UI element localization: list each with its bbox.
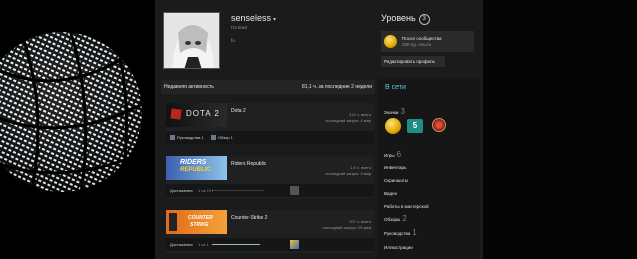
achievements-progress	[212, 190, 264, 191]
game-capsule[interactable]: RIDERS REPUBLIC	[166, 156, 227, 180]
review-icon	[211, 135, 216, 140]
game-last-played: последний запуск: 3 мар	[325, 171, 371, 176]
dota-logo-icon	[170, 108, 182, 120]
game-name[interactable]: Counter-Strike 2	[231, 215, 267, 221]
game-capsule[interactable]: DOTA 2	[166, 103, 227, 127]
badge-years-icon[interactable]: 5	[407, 119, 423, 133]
reviews-link[interactable]: Обзоры 2	[384, 214, 407, 223]
badges-link[interactable]: Значки 3	[384, 107, 405, 116]
game-name[interactable]: Riders Republic	[231, 161, 266, 167]
badge-event-icon[interactable]	[432, 118, 446, 132]
level-header: Уровень 3	[381, 13, 430, 25]
soldier-silhouette-icon	[169, 213, 177, 231]
game-last-played: последний запуск: 29 фев	[322, 225, 371, 230]
achievements-value: 1 из 74	[198, 188, 211, 193]
achievement-icon[interactable]	[290, 240, 299, 249]
game-row: DOTA 2 Dota 2 312 ч. всего последний зап…	[166, 103, 374, 144]
profile-summary: fo.	[231, 38, 237, 43]
achievements-label: Достижения	[170, 188, 193, 193]
recent-activity-title[interactable]: Недавняя активность	[164, 84, 214, 90]
game-name[interactable]: Dota 2	[231, 108, 246, 114]
capsule-title: DOTA 2	[186, 109, 220, 118]
game-hours: 107 ч. всего	[349, 219, 371, 224]
badges-link-label: Значки	[384, 110, 399, 115]
game-hours: 312 ч. всего	[349, 112, 371, 117]
capsule-subtitle: REPUBLIC	[180, 167, 211, 173]
reviews-count: 2	[402, 214, 407, 223]
games-link[interactable]: Игры 6	[384, 150, 401, 159]
avatar[interactable]	[163, 12, 220, 69]
badges-count: 3	[400, 107, 405, 116]
games-count: 6	[396, 150, 402, 159]
guides-count: 1	[412, 228, 417, 237]
featured-badge[interactable]: Посол сообщества 200 ед. опыта	[381, 31, 474, 52]
game-row: RIDERS REPUBLIC Riders Republic 1,5 ч. в…	[166, 156, 374, 198]
game-details-bar: Руководства 1 Обзор 1	[166, 131, 374, 144]
achievements-progress	[212, 244, 260, 245]
achievements-label: Достижения	[170, 242, 193, 247]
badge-name: Посол сообщества	[402, 36, 442, 41]
workshop-link[interactable]: Работы в мастерской	[384, 204, 429, 209]
profile-status: I'm tired	[231, 25, 247, 30]
profile-name[interactable]: senseless ▾	[231, 13, 276, 23]
level-label: Уровень	[381, 13, 416, 23]
chevron-down-icon[interactable]: ▾	[273, 17, 276, 23]
screenshots-link[interactable]: Скриншоты	[384, 178, 408, 183]
level-badge[interactable]: 3	[418, 14, 430, 25]
reviews-link-label: Обзоры	[384, 217, 401, 222]
game-row: COUNTER STRIKE Counter-Strike 2 107 ч. в…	[166, 210, 374, 253]
profile-name-text: senseless	[231, 13, 272, 23]
edit-profile-button[interactable]: Редактировать профиль	[381, 56, 445, 67]
badge-xp: 200 ед. опыта	[402, 42, 431, 47]
online-status: В сети	[385, 84, 406, 91]
game-capsule[interactable]: COUNTER STRIKE	[166, 210, 227, 234]
games-link-label: Игры	[384, 153, 395, 158]
achievement-icon[interactable]	[290, 186, 299, 195]
guide-icon	[170, 135, 175, 140]
videos-link[interactable]: Видео	[384, 191, 397, 196]
achievements-value: 1 из 1	[198, 242, 209, 247]
badge-gold-icon[interactable]	[385, 118, 401, 134]
recent-activity-hours: 81,1 ч. за последние 2 недели	[301, 84, 372, 90]
inventory-link[interactable]: Инвентарь	[384, 165, 406, 170]
right-background	[483, 0, 637, 259]
capsule-title: COUNTER	[188, 215, 213, 221]
game-hours: 1,5 ч. всего	[350, 165, 371, 170]
avatar-image	[164, 13, 219, 68]
guides-link[interactable]: Руководства 1	[384, 228, 417, 237]
review-tag[interactable]: Обзор 1	[218, 135, 233, 140]
achievements-bar[interactable]: Достижения 1 из 1	[166, 238, 374, 251]
artwork-link[interactable]: Иллюстрации	[384, 245, 413, 250]
achievements-bar[interactable]: Достижения 1 из 74	[166, 184, 374, 197]
capsule-title: RIDERS	[180, 159, 207, 166]
profile-background-art	[0, 0, 155, 259]
capsule-subtitle: STRIKE	[190, 222, 209, 228]
recent-activity-header: Недавняя активность 81,1 ч. за последние…	[161, 80, 375, 94]
guides-tag[interactable]: Руководства 1	[177, 135, 204, 140]
guides-link-label: Руководства	[384, 231, 411, 236]
community-ambassador-badge-icon	[384, 35, 397, 48]
game-last-played: последний запуск: 4 мар	[325, 118, 371, 123]
